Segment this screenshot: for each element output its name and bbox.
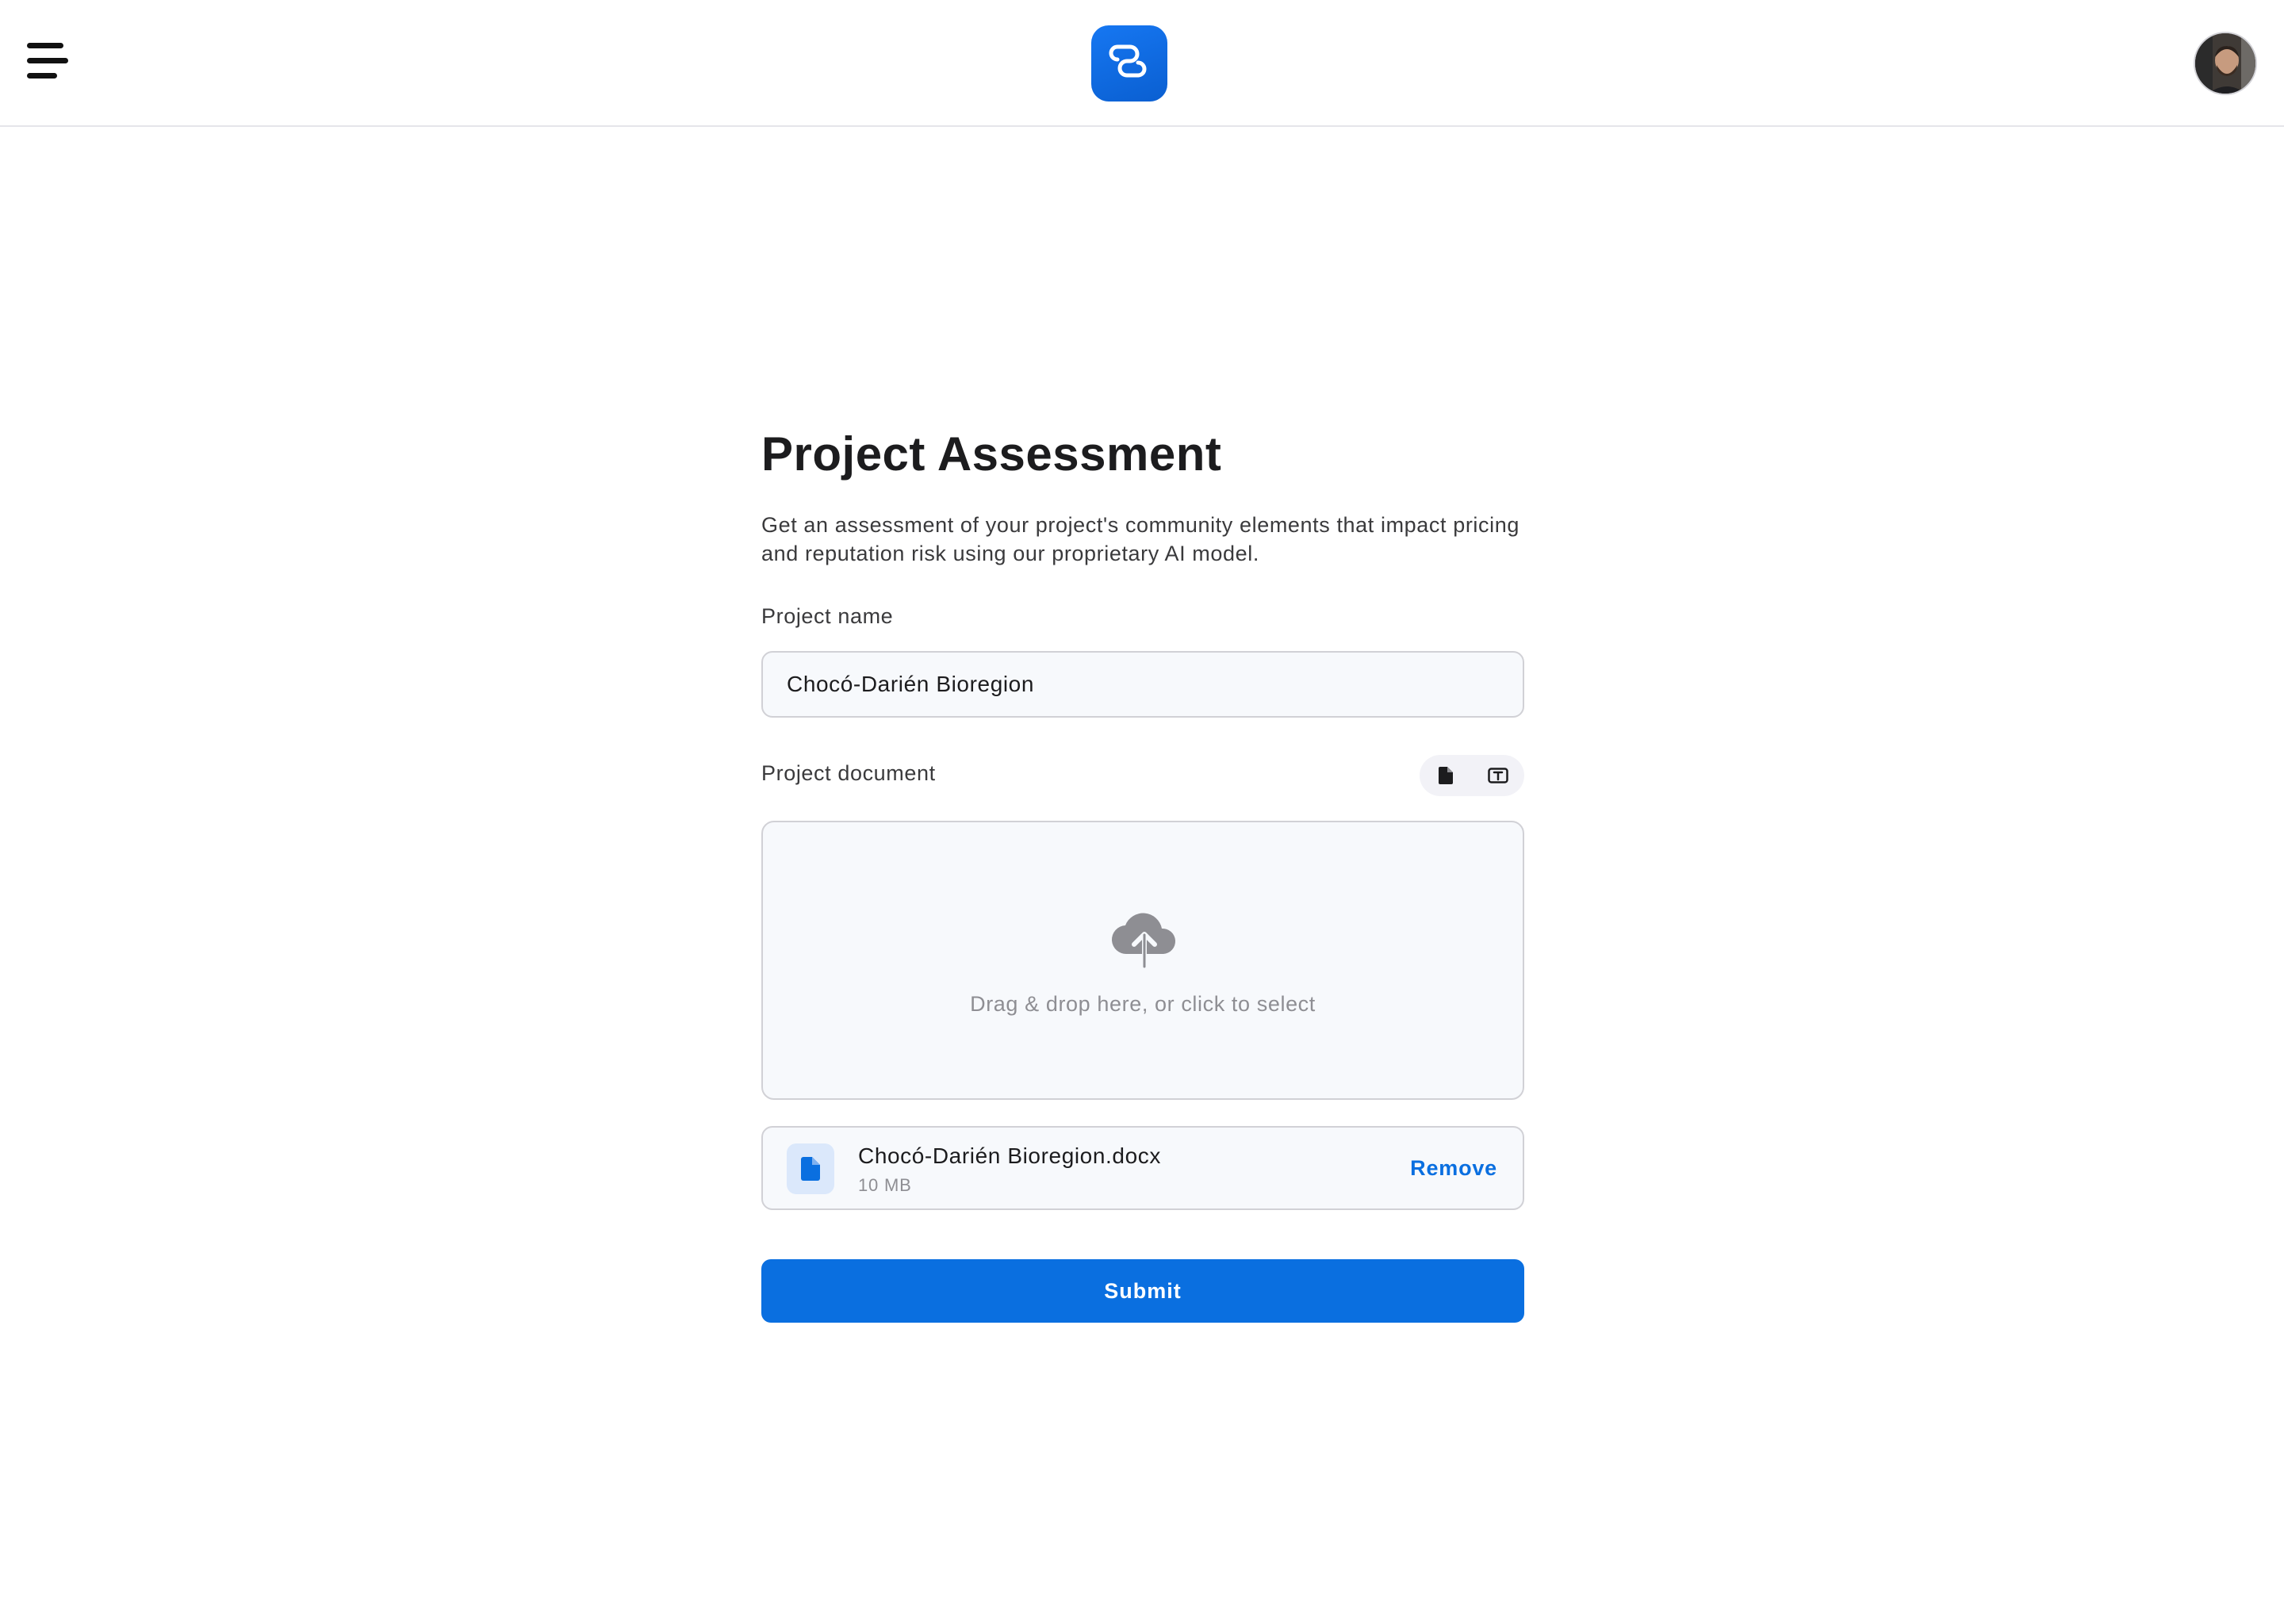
uploaded-file-size: 10 MB [858,1175,912,1195]
page-title: Project Assessment [761,427,1222,481]
assessment-form: Project Assessment Get an assessment of … [761,420,1524,1323]
page-description: Get an assessment of your project's comm… [761,513,1519,565]
dropzone-text: Drag & drop here, or click to select [970,992,1316,1016]
uploaded-file-item: Chocó-Darién Bioregion.docx 10 MB Remove [761,1126,1524,1210]
project-name-label: Project name [761,604,894,628]
app-logo-icon[interactable] [1091,25,1167,102]
submit-button[interactable]: Submit [761,1259,1524,1323]
text-input-mode-button[interactable] [1472,755,1524,796]
project-name-input[interactable] [761,651,1524,718]
file-dropzone[interactable]: Drag & drop here, or click to select [761,821,1524,1100]
document-glyph-icon [801,1157,820,1181]
uploaded-file-name: Chocó-Darién Bioregion.docx [858,1143,1161,1168]
project-document-label: Project document [761,761,936,785]
document-mode-toggle [1420,755,1524,796]
document-icon [787,1143,834,1194]
menu-line [27,43,63,48]
user-avatar[interactable] [2194,32,2257,95]
logo-glyph-icon [1109,44,1147,78]
menu-line [27,73,57,79]
avatar-image [2195,33,2255,94]
file-icon [1439,767,1453,784]
menu-line [27,58,68,63]
text-box-icon [1488,768,1508,783]
remove-file-button[interactable]: Remove [1410,1156,1497,1181]
cloud-upload-icon [1111,913,1176,968]
hamburger-menu-icon[interactable] [22,36,70,89]
top-bar [0,0,2284,127]
upload-file-mode-button[interactable] [1420,755,1472,796]
